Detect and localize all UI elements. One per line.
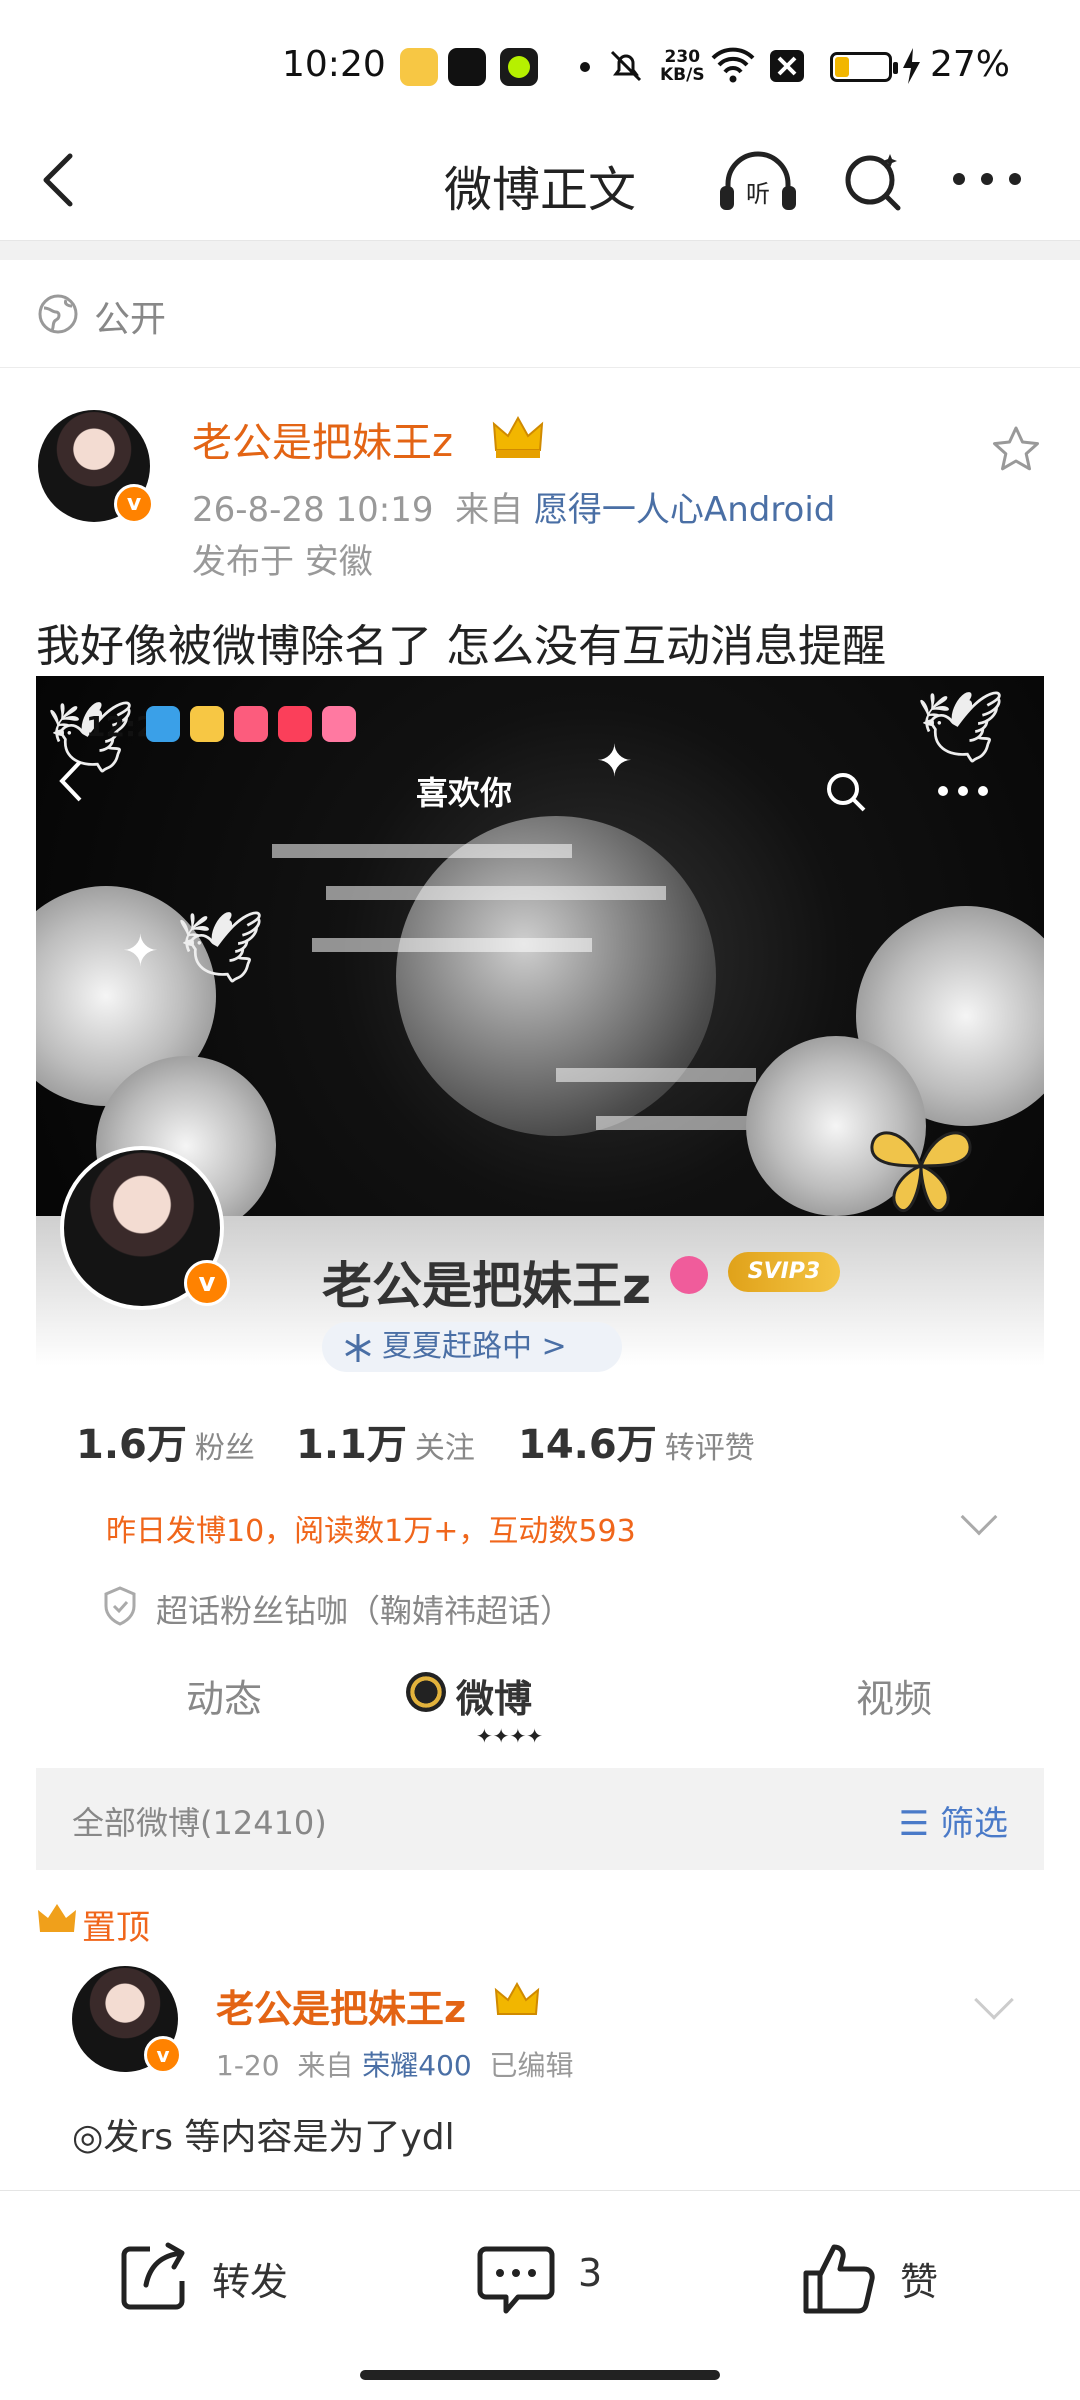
comment-count[interactable]: 3 (578, 2251, 602, 2295)
sub-post-text: ◎发rs 等内容是为了ydl (72, 2117, 455, 2158)
app-icon (146, 706, 180, 742)
search-icon[interactable] (840, 148, 906, 214)
glitch-bar (272, 844, 572, 858)
app-icon (190, 706, 224, 742)
search-badge-icon (670, 1256, 708, 1294)
comment-icon[interactable] (476, 2241, 556, 2319)
tab-weibo: 微博 (456, 1677, 533, 1721)
top-nav: 微博正文 听 (0, 120, 1080, 240)
glitch-bar (312, 938, 592, 952)
sparkle-icon: ✦ (122, 926, 159, 977)
post-image[interactable]: 🕊 🕊 🕊 ✦ ✦ 12:21 喜欢你 v 老公是把妹王z SVIP3 夏夏赶路… (36, 676, 1044, 2190)
listen-icon[interactable]: 听 (716, 146, 800, 218)
like-button[interactable]: 赞 (900, 2251, 938, 2306)
net-speed: 230 KB/S (660, 47, 705, 85)
profile-verified-badge: v (184, 1260, 230, 1306)
tab-active-indicator: ✦✦✦✦ (476, 1724, 544, 1748)
like-icon[interactable] (800, 2237, 880, 2317)
post-source[interactable]: 愿得一人心Android (534, 490, 835, 530)
tab-sun-icon (406, 1672, 446, 1712)
verified-badge: v (114, 484, 154, 524)
stat-followers: 1.6万 粉丝 (76, 1422, 255, 1468)
more-icon[interactable] (950, 170, 1024, 188)
sub-post-author: 老公是把妹王z (216, 1987, 467, 2031)
crown-badge-icon (492, 415, 544, 458)
tab-video: 视频 (856, 1677, 933, 1721)
visibility-label: 公开 (94, 299, 167, 340)
wifi-icon (711, 47, 755, 83)
profile-banner: 🕊 🕊 🕊 ✦ ✦ 12:21 喜欢你 (36, 676, 1044, 1236)
repost-button[interactable]: 转发 (212, 2251, 288, 2306)
repost-icon[interactable] (116, 2239, 192, 2315)
shield-icon (104, 1586, 136, 1626)
battery-icon (830, 52, 898, 82)
globe-icon (38, 294, 78, 334)
tab-dynamic: 动态 (186, 1677, 263, 1721)
section-divider (0, 240, 1080, 260)
notification-dot (580, 62, 590, 72)
inner-more-icon (938, 786, 988, 796)
visibility-row: 公开 (0, 260, 1080, 368)
stat-following: 1.1万 关注 (296, 1422, 475, 1468)
filter-icon: ☰ (898, 1804, 940, 1844)
snowflake-icon (345, 1334, 371, 1362)
all-posts-count: 全部微博(12410) (72, 1804, 327, 1842)
stat-interactions: 14.6万 转评赞 (518, 1422, 755, 1468)
tiktok-app-icon (448, 48, 486, 86)
svg-text:听: 听 (746, 180, 770, 208)
moon-graphic (396, 816, 716, 1136)
inner-app-icons (146, 706, 356, 742)
pin-crown-icon (38, 1904, 76, 1932)
post-meta: 26-8-28 10:19 来自 愿得一人心Android (192, 490, 836, 530)
sim-off-icon (770, 50, 804, 82)
battery-level (835, 57, 849, 77)
filter-button: ☰ 筛选 (898, 1804, 1008, 1844)
page-title: 微博正文 (443, 162, 636, 218)
fan-tag: 超话粉丝钻咖（鞠婧祎超话） (156, 1592, 573, 1630)
inner-search-icon (827, 773, 866, 812)
home-indicator[interactable] (360, 2370, 720, 2380)
sparkle-icon: ✦ (596, 736, 633, 787)
post-location: 发布于 安徽 (192, 542, 373, 582)
sub-verified-badge: v (144, 2036, 182, 2074)
sub-crown-icon (494, 1982, 540, 2015)
bird-graphic: 🕊 (916, 686, 1005, 768)
battery-percent: 27% (930, 44, 1011, 85)
glitch-bar (556, 1068, 756, 1082)
post-text: 我好像被微博除名了 怎么没有互动消息提醒 (36, 621, 886, 672)
app-icon (278, 706, 312, 742)
favorite-star-icon[interactable] (990, 424, 1042, 476)
sub-post-meta: 1-20 来自 荣耀400 已编辑 (216, 2049, 574, 2082)
charging-icon (903, 48, 920, 84)
pinned-label: 置顶 (82, 1908, 150, 1948)
svip-badge: SVIP3 (728, 1252, 840, 1292)
weibo-app-icon (400, 48, 438, 86)
mute-icon (610, 50, 642, 82)
activity-summary: 昨日发博10，阅读数1万+，互动数593 (106, 1514, 636, 1549)
bird-graphic: 🕊 (176, 906, 265, 988)
green-app-icon (500, 48, 538, 86)
glitch-bar (326, 886, 666, 900)
like-you-label: 喜欢你 (416, 774, 513, 812)
app-icon (234, 706, 268, 742)
profile-name: 老公是把妹王z (322, 1257, 652, 1315)
inner-back-icon (59, 760, 82, 802)
status-bar: 10:20 230 KB/S 27% (0, 0, 1080, 120)
author-name[interactable]: 老公是把妹王z (192, 410, 453, 468)
action-bar: 转发 3 赞 (0, 2190, 1080, 2400)
status-time: 10:20 (282, 44, 386, 85)
butterfly-icon (870, 1131, 972, 1212)
all-posts-bar: 全部微博(12410) ☰ 筛选 (36, 1768, 1044, 1870)
app-icon (322, 706, 356, 742)
